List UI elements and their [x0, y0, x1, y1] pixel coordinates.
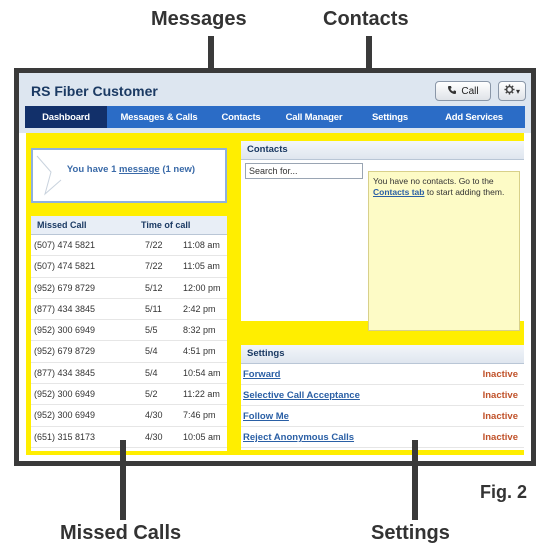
caller-number: (877) 434 3845 — [34, 303, 96, 314]
caller-number: (952) 300 6949 — [34, 389, 96, 400]
call-date: 5/4 — [145, 346, 158, 357]
note-text-before: You have no contacts. Go to the — [373, 176, 494, 186]
missed-calls-list: (507) 474 5821 7/22 11:08 am (507) 474 582… — [31, 235, 227, 448]
caller-number: (952) 679 8729 — [34, 346, 96, 357]
setting-row-follow-me: Follow Me Inactive — [241, 406, 524, 427]
callout-messages: Messages — [151, 8, 247, 30]
call-date: 5/4 — [145, 367, 158, 378]
settings-title: Settings — [241, 345, 524, 364]
no-contacts-note: You have no contacts. Go to the Contacts… — [368, 171, 520, 331]
caller-number: (507) 474 5821 — [34, 261, 96, 272]
status-badge: Inactive — [482, 390, 518, 401]
table-row[interactable]: (952) 679 8729 5/12 12:00 pm — [31, 278, 227, 299]
call-time: 2:42 pm — [183, 303, 216, 314]
messages-panel: You have 1 message (1 new) — [31, 148, 227, 203]
status-badge: Inactive — [482, 411, 518, 422]
call-time: 10:05 am — [183, 431, 221, 442]
phone-icon — [447, 85, 457, 98]
caller-number: (507) 474 5821 — [34, 240, 96, 250]
table-row[interactable]: (952) 300 6949 4/30 7:46 pm — [31, 405, 227, 427]
tab-messages-calls[interactable]: Messages & Calls — [107, 106, 211, 128]
call-time: 8:32 pm — [183, 325, 216, 336]
tab-add-services[interactable]: Add Services — [423, 106, 525, 128]
app-title: RS Fiber Customer — [31, 83, 158, 99]
caller-number: (952) 300 6949 — [34, 325, 96, 336]
contacts-panel: Contacts Search for... You have no conta… — [241, 141, 524, 331]
setting-row-reject-anonymous-calls: Reject Anonymous Calls Inactive — [241, 427, 524, 448]
app-window: RS Fiber Customer Call ▾ Dashboard Messa… — [19, 73, 531, 461]
messages-summary: You have 1 message (1 new) — [33, 164, 229, 175]
tab-contacts[interactable]: Contacts — [211, 106, 271, 128]
call-date: 7/22 — [145, 240, 163, 250]
call-time: 12:00 pm — [183, 282, 221, 293]
missed-calls-panel: Missed Call Time of call (507) 474 5821 7… — [31, 216, 227, 451]
contacts-search-input[interactable]: Search for... — [245, 163, 363, 179]
messages-suffix: (1 new) — [159, 164, 196, 175]
setting-row-selective-call-acceptance: Selective Call Acceptance Inactive — [241, 385, 524, 406]
call-date: 7/22 — [145, 261, 163, 272]
messages-prefix: You have 1 — [66, 164, 120, 175]
callout-settings: Settings — [371, 522, 450, 544]
settings-menu-button[interactable]: ▾ — [498, 81, 526, 101]
messages-link[interactable]: message — [119, 164, 160, 175]
table-row[interactable]: (952) 300 6949 5/2 11:22 am — [31, 384, 227, 406]
setting-link[interactable]: Follow Me — [243, 411, 289, 422]
contacts-title: Contacts — [241, 141, 524, 160]
missed-calls-pointer — [120, 440, 126, 520]
main-nav: Dashboard Messages & Calls Contacts Call… — [25, 106, 525, 128]
time-of-call-column-header: Time of call — [141, 220, 191, 230]
caller-number: (651) 315 8173 — [34, 431, 96, 442]
setting-link[interactable]: Selective Call Acceptance — [243, 390, 360, 401]
tab-call-manager[interactable]: Call Manager — [271, 106, 357, 128]
caller-number: (877) 434 3845 — [34, 367, 96, 378]
table-row[interactable]: (507) 474 5821 7/22 11:05 am — [31, 256, 227, 278]
missed-call-column-header: Missed Call — [37, 220, 87, 230]
call-time: 11:05 am — [183, 261, 220, 272]
tab-settings[interactable]: Settings — [357, 106, 423, 128]
figure-label: Fig. 2 — [480, 482, 528, 502]
setting-row-forward: Forward Inactive — [241, 364, 524, 385]
gear-icon — [504, 84, 515, 98]
status-badge: Inactive — [482, 432, 518, 443]
callout-missed-calls: Missed Calls — [60, 522, 182, 544]
call-date: 4/30 — [145, 431, 163, 442]
caller-number: (952) 679 8729 — [34, 282, 96, 293]
call-button-label: Call — [461, 85, 479, 97]
caller-number: (952) 300 6949 — [34, 410, 96, 421]
call-button[interactable]: Call — [435, 81, 491, 101]
table-row[interactable]: (507) 474 5821 7/22 11:08 am — [31, 235, 227, 257]
call-time: 4:51 pm — [183, 346, 216, 357]
call-time: 11:22 am — [183, 389, 220, 400]
app-header: RS Fiber Customer Call ▾ Dashboard Messa… — [19, 73, 531, 133]
call-time: 10:54 am — [183, 367, 221, 378]
burst-icon — [36, 155, 62, 196]
settings-pointer — [412, 440, 418, 520]
call-date: 5/12 — [145, 282, 163, 293]
callout-contacts: Contacts — [323, 8, 409, 30]
table-row[interactable]: (877) 434 3845 5/11 2:42 pm — [31, 299, 227, 321]
call-time: 11:08 am — [183, 240, 220, 250]
chevron-down-icon: ▾ — [515, 86, 520, 96]
settings-panel: Settings Forward Inactive Selective Call … — [241, 345, 524, 450]
call-time: 7:46 pm — [183, 410, 216, 421]
note-text-after: to start adding them. — [424, 186, 505, 197]
setting-link[interactable]: Forward — [243, 369, 280, 380]
status-badge: Inactive — [482, 369, 518, 380]
call-date: 5/5 — [145, 325, 158, 336]
table-row[interactable]: (952) 300 6949 5/5 8:32 pm — [31, 320, 227, 342]
missed-calls-header: Missed Call Time of call — [31, 216, 227, 235]
table-row[interactable]: (952) 679 8729 5/4 4:51 pm — [31, 341, 227, 363]
call-date: 5/2 — [145, 389, 158, 400]
table-row[interactable]: (877) 434 3845 5/4 10:54 am — [31, 363, 227, 385]
call-date: 5/11 — [145, 303, 162, 314]
table-row[interactable]: (651) 315 8173 4/30 10:05 am — [31, 427, 227, 448]
contacts-tab-link[interactable]: Contacts tab — [373, 187, 424, 197]
tab-dashboard[interactable]: Dashboard — [25, 106, 107, 128]
call-date: 4/30 — [145, 410, 163, 421]
setting-link[interactable]: Reject Anonymous Calls — [243, 432, 354, 443]
